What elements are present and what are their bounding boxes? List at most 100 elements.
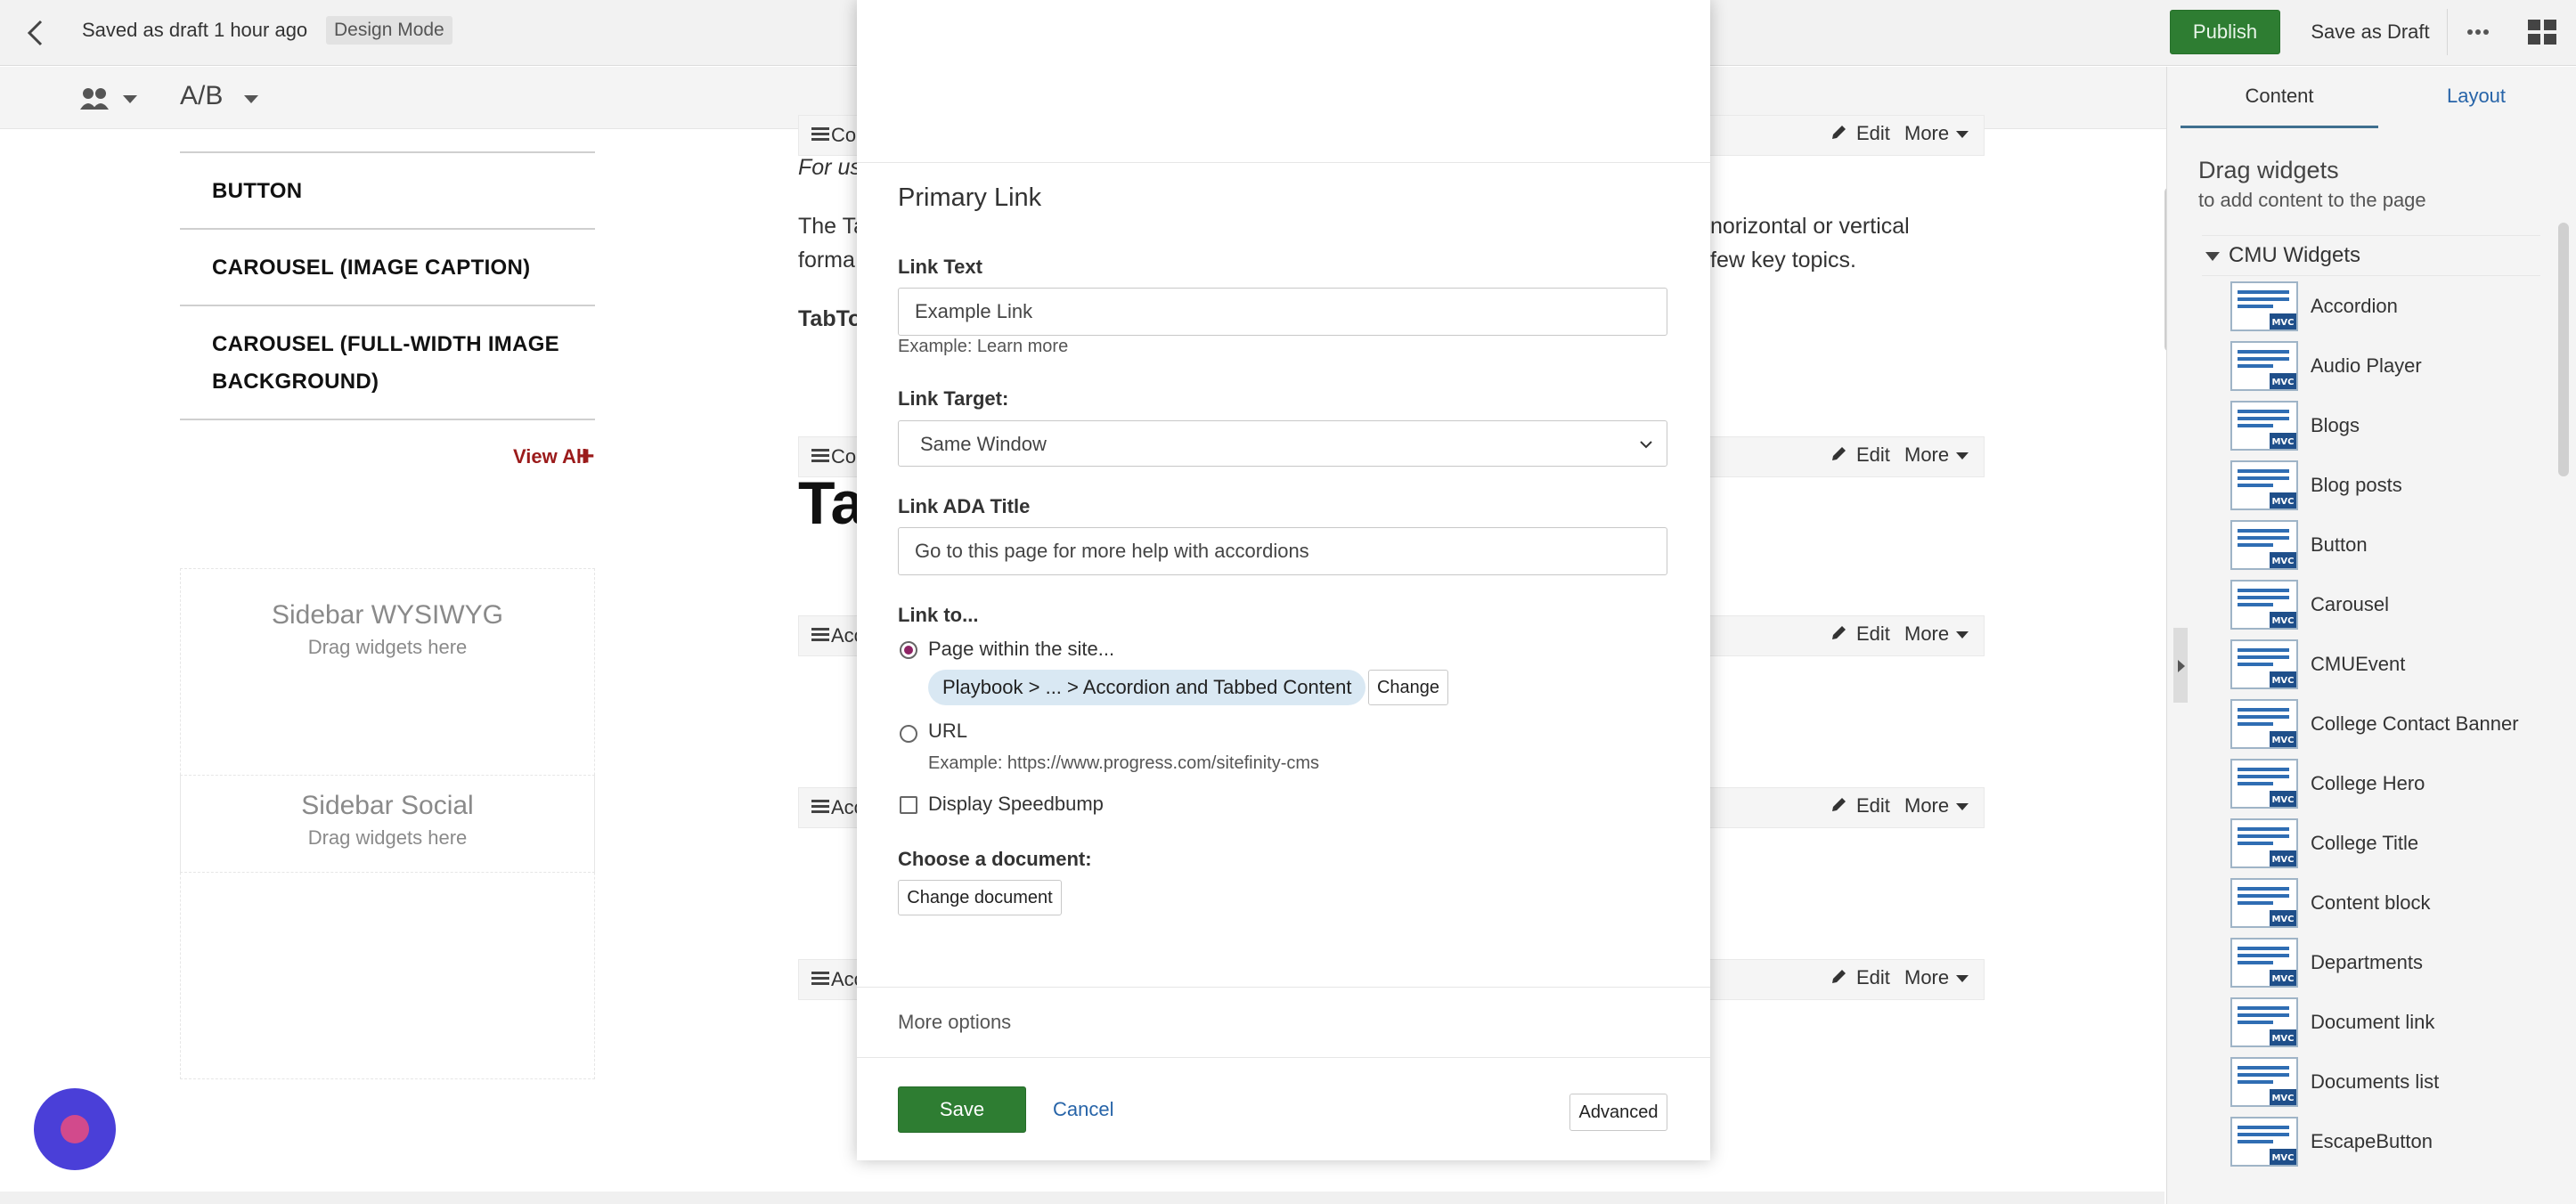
change-document-button[interactable]: Change document xyxy=(898,880,1062,915)
widget-mvc-icon: MVC xyxy=(2230,639,2298,689)
caret-down-icon[interactable] xyxy=(1956,803,1969,810)
widget-mvc-icon: MVC xyxy=(2230,580,2298,630)
more-actions-button[interactable] xyxy=(2456,10,2500,54)
widget-edit-button[interactable]: Edit xyxy=(1856,443,1890,467)
widget-list-item[interactable]: MVC College Title xyxy=(2230,818,2551,870)
widget-list-item[interactable]: MVC Button xyxy=(2230,520,2551,572)
widget-more-button[interactable]: More xyxy=(1904,794,1949,818)
drag-handle-icon[interactable] xyxy=(811,799,829,815)
link-target-value: Same Window xyxy=(920,433,1047,455)
url-radio[interactable] xyxy=(900,725,917,743)
mvc-badge: MVC xyxy=(2271,736,2294,745)
horizontal-scrollbar[interactable] xyxy=(0,1192,2164,1204)
widget-list-item-label: College Contact Banner xyxy=(2311,712,2519,735)
drag-handle-icon[interactable] xyxy=(811,971,829,987)
dropzone-hint: Drag widgets here xyxy=(307,826,468,849)
tab-content[interactable]: Content xyxy=(2181,69,2378,128)
ada-title-input[interactable] xyxy=(898,527,1667,575)
widget-list-item[interactable]: MVC EscapeButton xyxy=(2230,1117,2551,1168)
save-as-draft-button[interactable]: Save as Draft xyxy=(2295,10,2446,54)
design-mode-badge: Design Mode xyxy=(326,16,452,45)
dropzone-title: Sidebar WYSIWYG xyxy=(271,600,504,630)
cancel-button[interactable]: Cancel xyxy=(1053,1098,1113,1121)
pencil-icon[interactable] xyxy=(1830,796,1847,814)
mvc-badge: MVC xyxy=(2271,318,2294,328)
widget-edit-button[interactable]: Edit xyxy=(1856,794,1890,818)
plus-icon[interactable]: + xyxy=(579,442,595,472)
caret-down-icon[interactable] xyxy=(1956,631,1969,639)
assistant-launcher[interactable] xyxy=(34,1088,116,1170)
mvc-badge: MVC xyxy=(2271,855,2294,865)
save-button[interactable]: Save xyxy=(898,1086,1026,1133)
widget-list-item[interactable]: MVC College Hero xyxy=(2230,759,2551,810)
drag-handle-icon[interactable] xyxy=(811,627,829,643)
widget-more-button[interactable]: More xyxy=(1904,966,1949,989)
widget-list-item[interactable]: MVC Departments xyxy=(2230,938,2551,989)
speedbump-label[interactable]: Display Speedbump xyxy=(928,793,1104,816)
dropzone-hint: Drag widgets here xyxy=(307,636,468,658)
pencil-icon[interactable] xyxy=(1830,968,1847,986)
link-text-input[interactable] xyxy=(898,288,1667,336)
widget-mvc-icon: MVC xyxy=(2230,520,2298,570)
widget-list-item[interactable]: MVC Blog posts xyxy=(2230,460,2551,512)
page-within-site-radio[interactable] xyxy=(900,641,917,659)
widget-edit-button[interactable]: Edit xyxy=(1856,966,1890,989)
chevron-down-icon[interactable] xyxy=(244,95,258,103)
drag-handle-icon[interactable] xyxy=(811,448,829,464)
caret-down-icon[interactable] xyxy=(1956,975,1969,982)
personas-icon[interactable] xyxy=(78,85,110,113)
widget-list-item[interactable]: MVC Content block xyxy=(2230,878,2551,930)
grid-view-icon[interactable] xyxy=(2526,18,2558,46)
widget-list-item[interactable]: MVC College Contact Banner xyxy=(2230,699,2551,751)
list-item[interactable]: BUTTON xyxy=(180,151,595,228)
ab-test-label[interactable]: A/B xyxy=(180,81,223,111)
url-help: Example: https://www.progress.com/sitefi… xyxy=(928,753,1320,773)
widget-group-header[interactable]: CMU Widgets xyxy=(2202,235,2540,276)
drag-handle-icon[interactable] xyxy=(811,126,829,142)
widget-list-item[interactable]: MVC Document link xyxy=(2230,997,2551,1049)
mvc-badge: MVC xyxy=(2271,676,2294,686)
list-item[interactable]: CAROUSEL (FULL-WIDTH IMAGE BACKGROUND) xyxy=(180,305,595,420)
widget-list-item[interactable]: MVC Audio Player xyxy=(2230,341,2551,393)
widget-list-item[interactable]: MVC Carousel xyxy=(2230,580,2551,631)
widget-mvc-icon: MVC xyxy=(2230,997,2298,1047)
more-options-section[interactable]: More options xyxy=(857,987,1710,1058)
panel-scrollbar[interactable] xyxy=(2558,223,2569,476)
link-target-select[interactable]: Same Window xyxy=(898,420,1667,467)
mvc-badge: MVC xyxy=(2271,378,2294,387)
widget-list-item-label: Carousel xyxy=(2311,593,2390,615)
widget-edit-button[interactable]: Edit xyxy=(1856,122,1890,145)
pencil-icon[interactable] xyxy=(1830,624,1847,642)
widget-list-item[interactable]: MVC CMUEvent xyxy=(2230,639,2551,691)
view-all-link[interactable]: View All xyxy=(513,445,587,468)
change-page-button[interactable]: Change xyxy=(1368,670,1448,705)
widget-list-item[interactable]: MVC Accordion xyxy=(2230,281,2551,333)
more-options-label[interactable]: More options xyxy=(898,1011,1011,1034)
content-paragraph-text: norizontal or vertical xyxy=(1710,214,1910,239)
content-tab-heading: TabTo xyxy=(798,306,862,331)
pencil-icon[interactable] xyxy=(1830,124,1847,142)
caret-down-icon[interactable] xyxy=(1956,131,1969,138)
widget-more-button[interactable]: More xyxy=(1904,622,1949,646)
widget-more-button[interactable]: More xyxy=(1904,443,1949,467)
tab-layout[interactable]: Layout xyxy=(2423,69,2530,128)
widget-more-button[interactable]: More xyxy=(1904,122,1949,145)
widget-list-item-label: Content block xyxy=(2311,891,2431,914)
pencil-icon[interactable] xyxy=(1830,445,1847,463)
back-arrow-icon[interactable] xyxy=(23,18,48,48)
chevron-down-icon[interactable] xyxy=(123,95,137,103)
publish-button[interactable]: Publish xyxy=(2170,10,2280,54)
list-item[interactable]: CAROUSEL (IMAGE CAPTION) xyxy=(180,228,595,305)
widget-list-item[interactable]: MVC Documents list xyxy=(2230,1057,2551,1109)
mvc-badge: MVC xyxy=(2271,1094,2294,1103)
widget-edit-button[interactable]: Edit xyxy=(1856,622,1890,646)
widget-list-item[interactable]: MVC Blogs xyxy=(2230,401,2551,452)
widget-list-item-label: College Hero xyxy=(2311,772,2425,794)
caret-down-icon[interactable] xyxy=(1956,452,1969,460)
chevron-down-icon xyxy=(1640,441,1652,449)
caret-down-icon xyxy=(2205,252,2220,261)
speedbump-checkbox[interactable] xyxy=(900,796,917,814)
url-label[interactable]: URL xyxy=(928,720,967,743)
advanced-button[interactable]: Advanced xyxy=(1569,1094,1667,1131)
page-within-site-label[interactable]: Page within the site... xyxy=(928,638,1114,661)
